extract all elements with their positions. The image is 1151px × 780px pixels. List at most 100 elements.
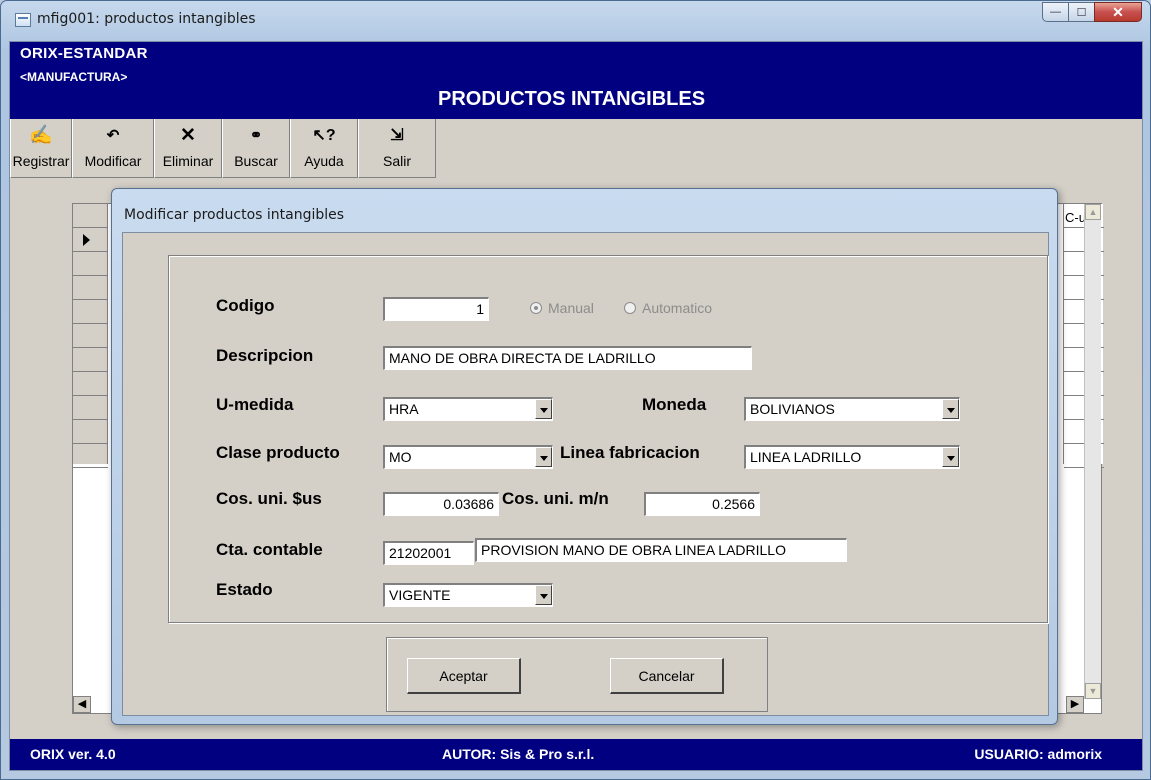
exit-button[interactable]: ⇲ Salir [358, 119, 436, 178]
search-button[interactable]: ⚭ Buscar [222, 119, 290, 178]
help-label: Ayuda [304, 153, 344, 169]
window-title: mfig001: productos intangibles [37, 11, 256, 27]
app-name: ORIX-ESTANDAR [20, 45, 148, 62]
modify-label: Modificar [84, 153, 142, 169]
app-header: ORIX-ESTANDAR <MANUFACTURA> PRODUCTOS IN… [10, 42, 1142, 119]
user-text: USUARIO: admorix [974, 746, 1102, 762]
grid-column-header: C-u [1065, 210, 1086, 225]
delete-x-icon: ✕ [180, 125, 196, 146]
current-row-icon [83, 234, 90, 246]
modify-dialog: Modificar productos intangibles Codigo 1… [111, 188, 1058, 725]
chevron-down-icon[interactable] [942, 447, 959, 467]
cta-contable-code-field[interactable]: 21202001 [383, 541, 474, 565]
dialog-body: Codigo 1 Manual Automatico Descripcion M… [122, 232, 1049, 716]
linea-fabricacion-value: LINEA LADRILLO [750, 449, 862, 465]
delete-label: Eliminar [162, 153, 214, 169]
title-bar[interactable]: mfig001: productos intangibles — ☐ ✕ [1, 1, 1150, 43]
umedida-select[interactable]: HRA [383, 397, 553, 421]
descripcion-label: Descripcion [216, 346, 314, 365]
chevron-down-icon[interactable] [535, 399, 552, 419]
main-window: mfig001: productos intangibles — ☐ ✕ ORI… [0, 0, 1151, 780]
grid-row[interactable] [73, 348, 108, 372]
grid-row[interactable] [73, 228, 108, 252]
maximize-button[interactable]: ☐ [1068, 2, 1095, 22]
toolbar: ✍ Registrar ↶ Modificar ✕ Eliminar ⚭ Bus… [10, 119, 436, 178]
minimize-icon: — [1050, 6, 1061, 18]
help-button[interactable]: ↖? Ayuda [290, 119, 358, 178]
maximize-icon: ☐ [1076, 6, 1087, 19]
grid-row[interactable] [73, 300, 108, 324]
close-button[interactable]: ✕ [1094, 2, 1142, 22]
version-text: ORIX ver. 4.0 [30, 746, 116, 762]
page-title: PRODUCTOS INTANGIBLES [438, 88, 706, 110]
grid-row[interactable] [73, 420, 108, 444]
descripcion-field[interactable]: MANO DE OBRA DIRECTA DE LADRILLO [383, 346, 752, 370]
clase-producto-label: Clase producto [216, 443, 340, 462]
cos-uni-mn-field[interactable]: 0.2566 [644, 492, 760, 516]
grid-row[interactable] [73, 444, 108, 468]
app-module: <MANUFACTURA> [20, 70, 128, 84]
radio-manual[interactable]: Manual [530, 300, 594, 316]
status-bar: ORIX ver. 4.0 AUTOR: Sis & Pro s.r.l. US… [10, 739, 1142, 770]
dialog-button-group: Aceptar Cancelar [386, 637, 768, 712]
author-text: AUTOR: Sis & Pro s.r.l. [442, 746, 595, 762]
estado-label: Estado [216, 580, 273, 599]
scroll-left-button[interactable]: ◀ [73, 696, 91, 713]
grid-header-cell [73, 204, 108, 228]
minimize-button[interactable]: — [1042, 2, 1069, 22]
close-icon: ✕ [1112, 3, 1124, 20]
radio-automatico[interactable]: Automatico [624, 300, 712, 316]
cos-uni-mn-label: Cos. uni. m/n [502, 489, 609, 508]
register-label: Registrar [12, 153, 70, 169]
umedida-label: U-medida [216, 395, 294, 414]
row-selector-column [73, 204, 108, 468]
moneda-select[interactable]: BOLIVIANOS [744, 397, 960, 421]
scroll-down-icon[interactable]: ▼ [1085, 683, 1101, 699]
scroll-up-icon[interactable]: ▲ [1085, 204, 1101, 220]
grid-row[interactable] [73, 396, 108, 420]
clase-producto-select[interactable]: MO [383, 445, 553, 469]
cta-contable-desc-field[interactable]: PROVISION MANO DE OBRA LINEA LADRILLO [475, 538, 847, 562]
codigo-label: Codigo [216, 296, 275, 315]
clase-producto-value: MO [389, 449, 412, 465]
scroll-left-icon: ◀ [77, 698, 87, 710]
delete-button[interactable]: ✕ Eliminar [154, 119, 222, 178]
chevron-down-icon[interactable] [942, 399, 959, 419]
app-window-icon [15, 13, 31, 27]
binoculars-icon: ⚭ [249, 127, 263, 144]
search-label: Buscar [234, 153, 278, 169]
cta-contable-label: Cta. contable [216, 540, 323, 559]
scroll-right-button[interactable]: ▶ [1066, 696, 1084, 713]
grid-row[interactable] [73, 372, 108, 396]
moneda-label: Moneda [642, 395, 707, 414]
estado-value: VIGENTE [389, 587, 451, 603]
linea-fabricacion-label: Linea fabricacion [560, 443, 700, 462]
register-button[interactable]: ✍ Registrar [10, 119, 72, 178]
cancel-button[interactable]: Cancelar [610, 658, 724, 694]
accept-button[interactable]: Aceptar [407, 658, 521, 694]
chevron-down-icon[interactable] [535, 585, 552, 605]
cos-uni-us-label: Cos. uni. $us [216, 489, 322, 508]
codigo-field[interactable]: 1 [383, 297, 489, 321]
help-arrow-icon: ↖? [312, 127, 336, 144]
estado-select[interactable]: VIGENTE [383, 583, 553, 607]
register-icon: ✍ [29, 125, 53, 146]
chevron-down-icon[interactable] [535, 447, 552, 467]
vertical-scrollbar[interactable]: ▲ ▼ [1084, 204, 1101, 699]
cos-uni-us-field[interactable]: 0.03686 [383, 492, 499, 516]
radio-automatico-label: Automatico [642, 300, 713, 316]
undo-icon: ↶ [106, 127, 120, 144]
radio-selected-icon [530, 302, 542, 314]
modify-button[interactable]: ↶ Modificar [72, 119, 154, 178]
radio-manual-label: Manual [548, 300, 594, 316]
grid-row[interactable] [73, 252, 108, 276]
moneda-value: BOLIVIANOS [750, 401, 835, 417]
radio-unselected-icon [624, 302, 636, 314]
grid-row[interactable] [73, 324, 108, 348]
product-form-group: Codigo 1 Manual Automatico Descripcion M… [168, 255, 1048, 623]
umedida-value: HRA [389, 401, 419, 417]
grid-row[interactable] [73, 276, 108, 300]
linea-fabricacion-select[interactable]: LINEA LADRILLO [744, 445, 960, 469]
dialog-title: Modificar productos intangibles [124, 207, 345, 223]
exit-label: Salir [382, 153, 411, 169]
